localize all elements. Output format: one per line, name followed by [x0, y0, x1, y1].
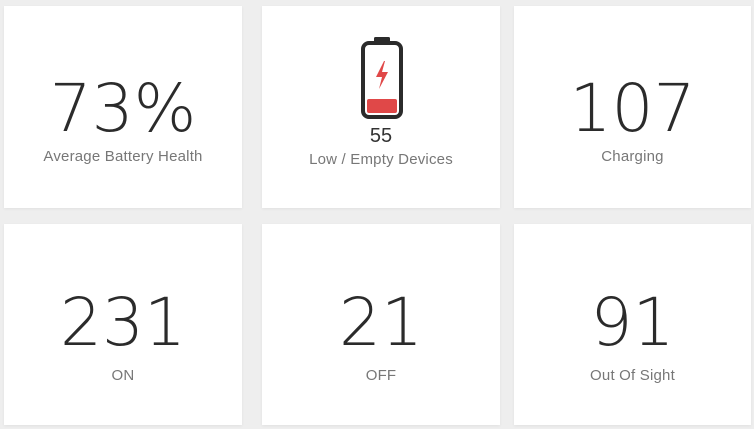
- tile-low-empty-devices: 55 Low / Empty Devices: [262, 6, 500, 208]
- tile-on: 231 ON: [4, 224, 242, 425]
- low-empty-label: Low / Empty Devices: [309, 151, 453, 168]
- low-empty-value: 55: [369, 125, 393, 147]
- off-label: OFF: [365, 367, 397, 384]
- battery-health-value: 73%: [49, 70, 197, 147]
- tile-off: 21 OFF: [262, 224, 500, 425]
- tile-charging: 107 Charging: [514, 6, 751, 208]
- out-of-sight-value: 91: [590, 284, 675, 361]
- tile-average-battery-health: 73% Average Battery Health: [4, 6, 242, 208]
- off-value: 21: [339, 284, 423, 361]
- out-of-sight-label: Out Of Sight: [590, 367, 675, 384]
- on-label: ON: [111, 367, 135, 384]
- charging-label: Charging: [601, 148, 664, 165]
- on-value: 231: [60, 284, 186, 361]
- battery-health-label: Average Battery Health: [43, 148, 203, 165]
- battery-low-icon: [361, 37, 403, 119]
- battery-dashboard: 73% Average Battery Health 55 Low / Empt…: [0, 0, 754, 429]
- tile-out-of-sight: 91 Out Of Sight: [514, 224, 751, 425]
- charging-value: 107: [569, 70, 696, 147]
